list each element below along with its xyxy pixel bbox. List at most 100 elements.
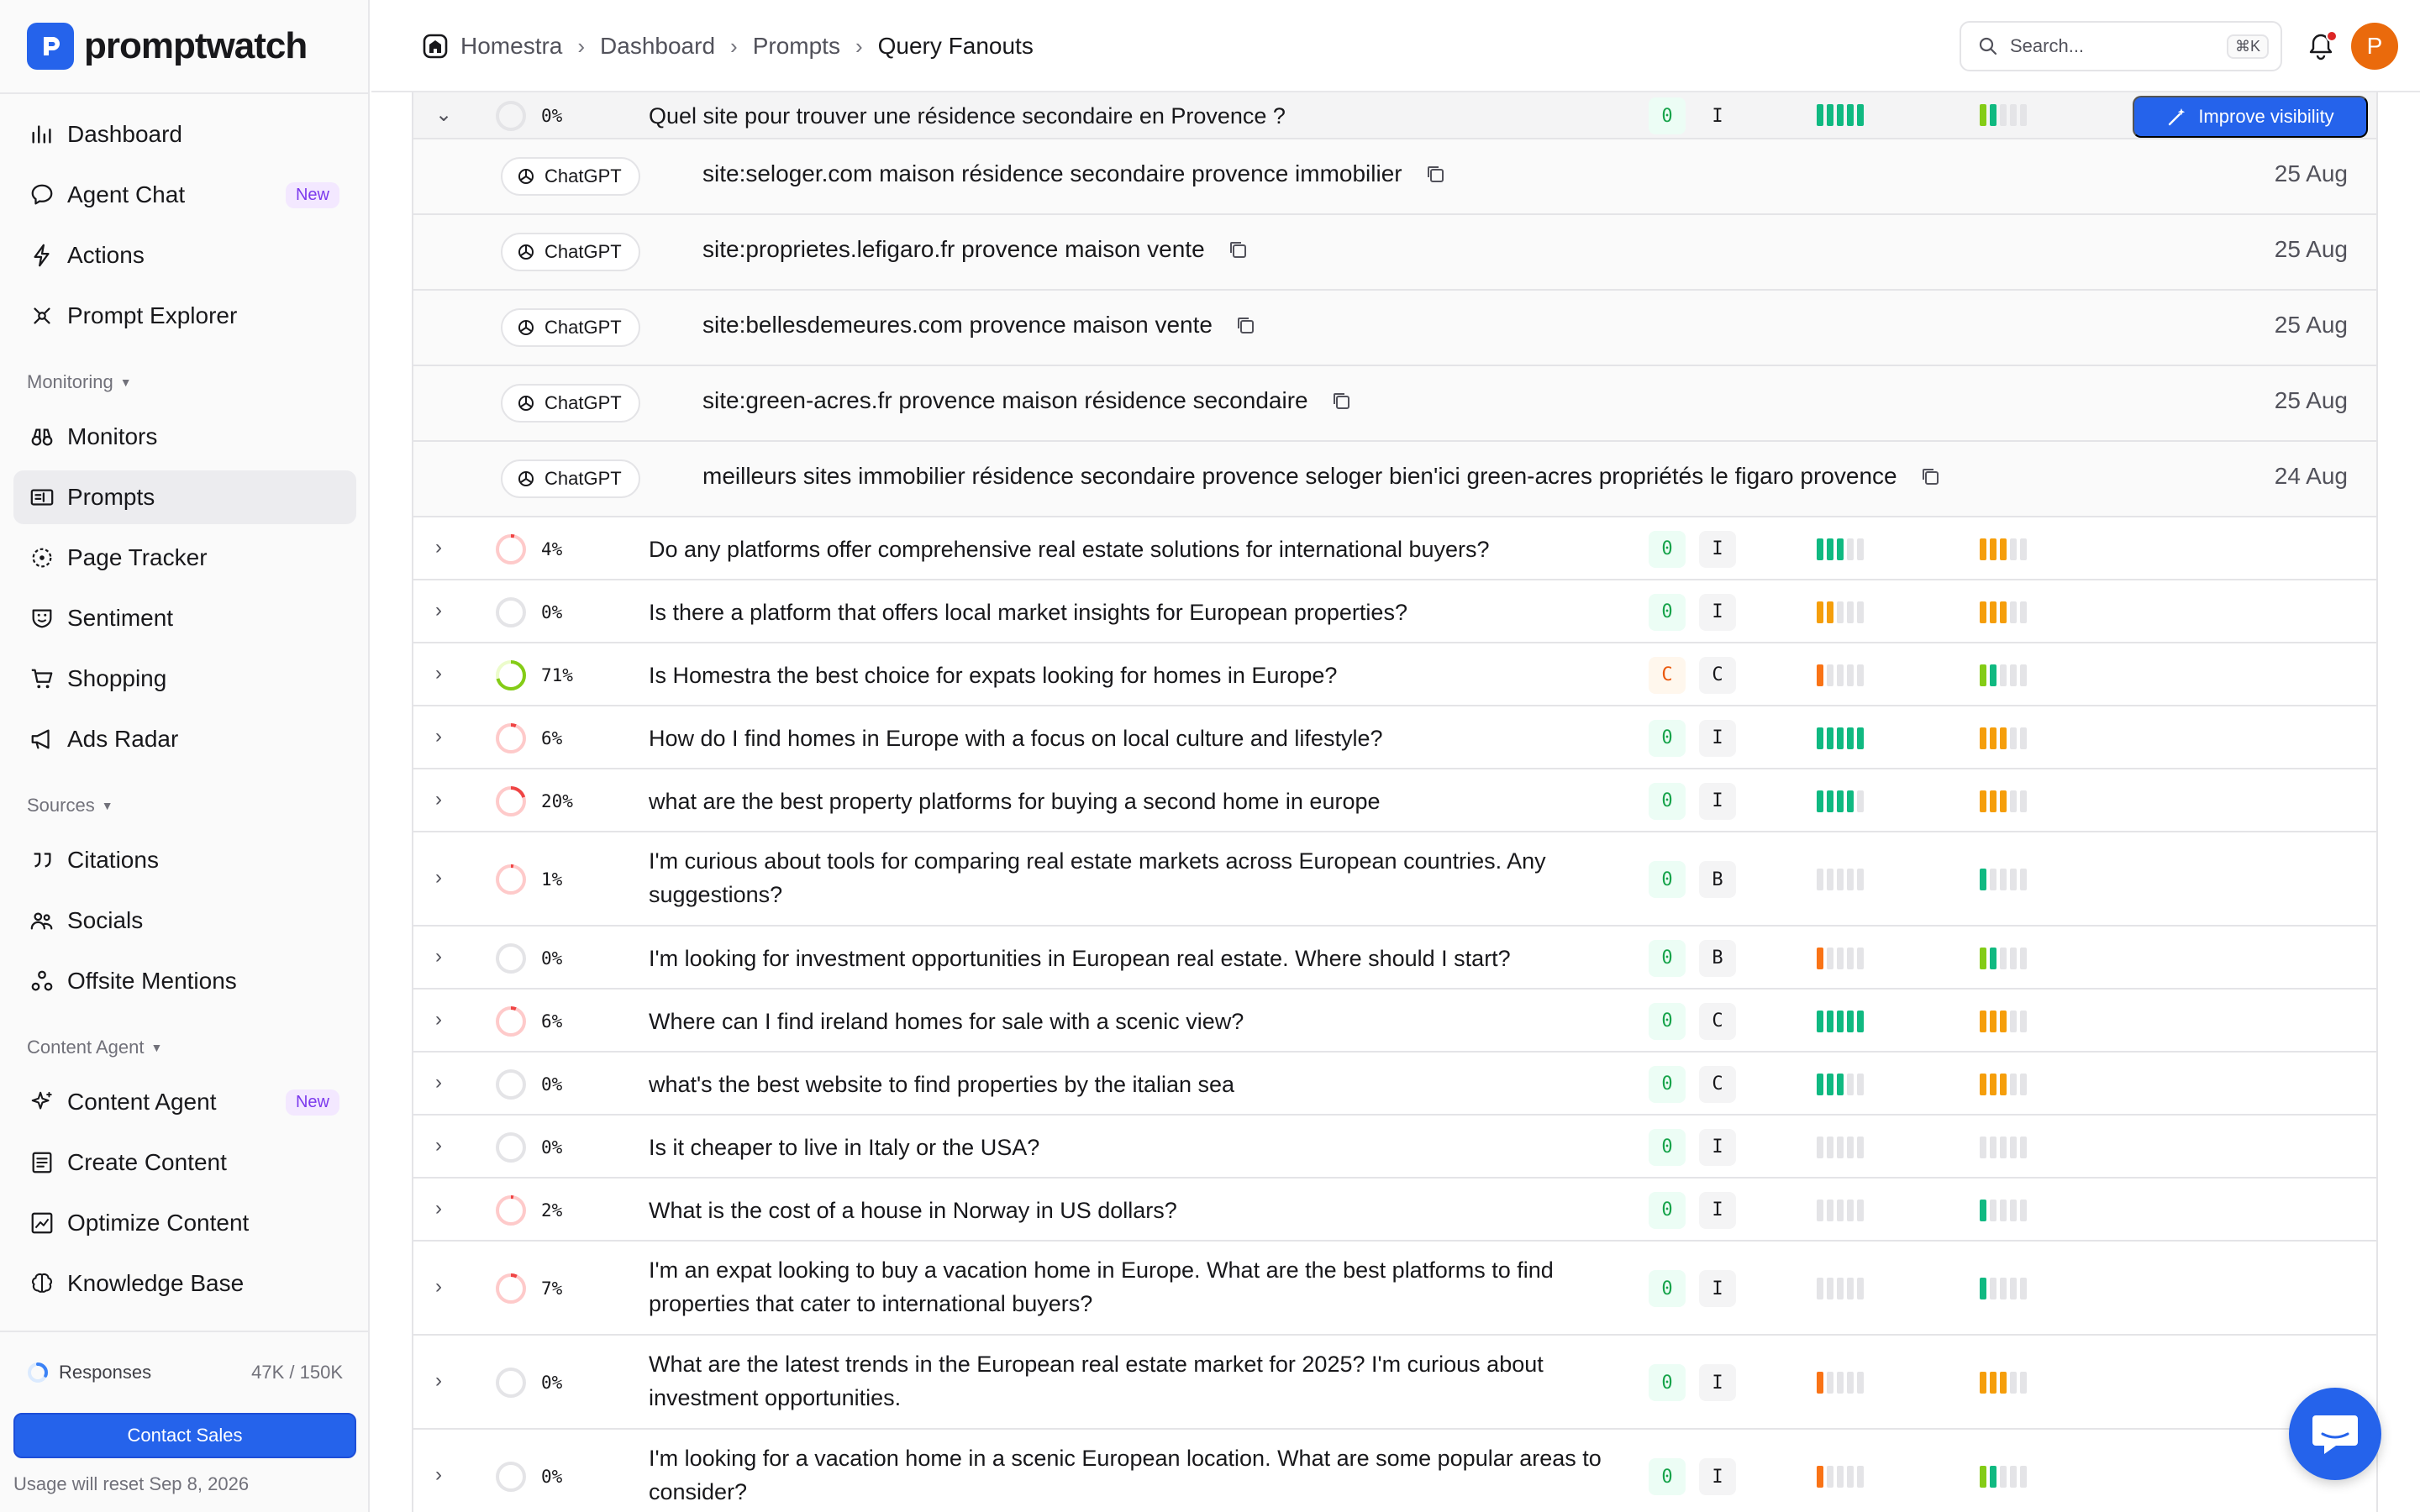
caret-down-icon: ▼ <box>150 1041 163 1054</box>
sidebar-item-knowledge-base[interactable]: Knowledge Base <box>13 1257 356 1310</box>
sidebar-item-prompts[interactable]: Prompts <box>13 470 356 524</box>
chevron-right-icon[interactable]: › <box>435 662 442 685</box>
visibility-ring <box>496 659 526 690</box>
sparkle-icon <box>29 1089 55 1116</box>
sidebar-item-prompt-explorer[interactable]: Prompt Explorer <box>13 289 356 343</box>
prompt-row[interactable]: › 1% I'm curious about tools for comparing… <box>413 832 2376 927</box>
copy-icon[interactable] <box>1919 465 1941 487</box>
chevron-right-icon[interactable]: › <box>435 1134 442 1158</box>
contact-sales-button[interactable]: Contact Sales <box>13 1413 356 1458</box>
prompt-row[interactable]: › 0% what's the best website to find prope… <box>413 1053 2376 1116</box>
fanout-query: site:green-acres.fr provence maison rési… <box>702 387 1352 414</box>
prompt-text: How do I find homes in Europe with a foc… <box>649 725 1383 751</box>
prompt-row[interactable]: › 6% Where can I find ireland homes for sa… <box>413 990 2376 1053</box>
prompt-row-expanded[interactable]: ⌄ 0% Quel site pour trouver une résidenc… <box>413 92 2376 139</box>
sidebar-item-agent-chat[interactable]: Agent Chat New <box>13 168 356 222</box>
chevron-right-icon[interactable]: › <box>435 1463 442 1487</box>
visibility-percent: 20% <box>541 790 573 811</box>
position-chip: 0 <box>1649 861 1686 898</box>
openai-icon <box>518 471 534 486</box>
logo[interactable]: promptwatch <box>27 22 308 71</box>
prompt-row[interactable]: › 2% What is the cost of a house in Norway… <box>413 1179 2376 1242</box>
openai-icon <box>518 169 534 184</box>
chevron-right-icon[interactable]: › <box>435 1369 442 1393</box>
copy-icon[interactable] <box>1234 314 1256 336</box>
caret-down-icon: ▼ <box>119 375 132 389</box>
share-icon <box>29 968 55 995</box>
sidebar-item-shopping[interactable]: Shopping <box>13 652 356 706</box>
usage-meter: Responses 47K / 150K <box>27 1357 343 1388</box>
section-monitoring[interactable]: Monitoring ▼ <box>27 371 132 393</box>
chevron-right-icon[interactable]: › <box>435 599 442 622</box>
openai-icon <box>518 396 534 411</box>
sidebar-item-label: Citations <box>67 847 159 873</box>
prompt-row[interactable]: › 20% what are the best property platforms… <box>413 769 2376 832</box>
sidebar-item-socials[interactable]: Socials <box>13 894 356 948</box>
prompt-row[interactable]: › 0% I'm looking for investment opportunit… <box>413 927 2376 990</box>
chevron-right-icon[interactable]: › <box>435 866 442 890</box>
sidebar-item-sentiment[interactable]: Sentiment <box>13 591 356 645</box>
sidebar-item-create-content[interactable]: Create Content <box>13 1136 356 1189</box>
visibility-percent: 71% <box>541 664 573 685</box>
prompt-row[interactable]: › 0% Is it cheaper to live in Italy or the… <box>413 1116 2376 1179</box>
prompt-row[interactable]: › 0% I'm looking for a vacation home in a … <box>413 1430 2376 1512</box>
prompt-row[interactable]: › 0% Is there a platform that offers local… <box>413 580 2376 643</box>
breadcrumb-dashboard[interactable]: Dashboard <box>600 33 715 60</box>
sidebar-item-citations[interactable]: Citations <box>13 833 356 887</box>
prompt-text: Quel site pour trouver une résidence sec… <box>649 103 1286 129</box>
sidebar-item-content-agent[interactable]: Content Agent New <box>13 1075 356 1129</box>
difficulty-bars <box>1980 601 2027 623</box>
prompt-row[interactable]: › 4% Do any platforms offer comprehensive … <box>413 517 2376 580</box>
sidebar-item-offsite-mentions[interactable]: Offsite Mentions <box>13 954 356 1008</box>
sidebar-item-label: Content Agent <box>67 1089 217 1115</box>
notification-dot <box>2326 30 2338 42</box>
chevron-right-icon[interactable]: › <box>435 1275 442 1299</box>
chevron-right-icon[interactable]: › <box>435 945 442 969</box>
chevron-right-icon[interactable]: › <box>435 725 442 748</box>
sidebar-item-label: Socials <box>67 907 144 933</box>
section-content-agent[interactable]: Content Agent ▼ <box>27 1037 162 1058</box>
intent-chip: I <box>1699 719 1736 757</box>
chevron-right-icon[interactable]: › <box>435 1071 442 1095</box>
section-sources[interactable]: Sources ▼ <box>27 795 113 816</box>
prompt-row[interactable]: › 6% How do I find homes in Europe with a … <box>413 706 2376 769</box>
sidebar-item-label: Agent Chat <box>67 181 186 207</box>
chevron-right-icon[interactable]: › <box>435 1008 442 1032</box>
chevron-right-icon: › <box>577 33 586 59</box>
copy-icon[interactable] <box>1330 390 1352 412</box>
difficulty-bars <box>1980 1466 2027 1488</box>
improve-visibility-button[interactable]: Improve visibility <box>2133 96 2368 138</box>
notifications-bell-icon[interactable] <box>2307 30 2338 62</box>
copy-icon[interactable] <box>1424 163 1446 185</box>
volume-bars <box>1817 601 1864 623</box>
breadcrumb-prompts[interactable]: Prompts <box>753 33 840 60</box>
avatar[interactable]: P <box>2351 23 2398 70</box>
sidebar-item-page-tracker[interactable]: Page Tracker <box>13 531 356 585</box>
sidebar-item-ads-radar[interactable]: Ads Radar <box>13 712 356 766</box>
sidebar-item-optimize-content[interactable]: Optimize Content <box>13 1196 356 1250</box>
sidebar-item-monitors[interactable]: Monitors <box>13 410 356 464</box>
intent-chip: I <box>1699 782 1736 820</box>
prompt-row[interactable]: › 71% Is Homestra the best choice for expa… <box>413 643 2376 706</box>
intent-chip: I <box>1699 1191 1736 1229</box>
visibility-percent: 1% <box>541 869 563 890</box>
prompt-row[interactable]: › 0% What are the latest trends in the Eur… <box>413 1336 2376 1430</box>
visibility-percent: 7% <box>541 1278 563 1299</box>
difficulty-bars <box>1980 1073 2027 1095</box>
breadcrumb-workspace[interactable]: Homestra <box>460 33 562 60</box>
sidebar-item-label: Dashboard <box>67 121 182 147</box>
sidebar-item-dashboard[interactable]: Dashboard <box>13 108 356 161</box>
chevron-down-icon[interactable]: ⌄ <box>435 102 452 127</box>
fanout-query: meilleurs sites immobilier résidence sec… <box>702 463 1941 490</box>
fanout-date: 24 Aug <box>2274 463 2348 489</box>
prompt-row[interactable]: › 7% I'm an expat looking to buy a vacatio… <box>413 1242 2376 1336</box>
support-chat-button[interactable] <box>2289 1388 2381 1480</box>
chevron-right-icon[interactable]: › <box>435 1197 442 1221</box>
chevron-right-icon[interactable]: › <box>435 788 442 811</box>
copy-icon[interactable] <box>1227 239 1249 260</box>
sidebar-item-actions[interactable]: Actions <box>13 228 356 282</box>
position-chip: 0 <box>1649 1065 1686 1103</box>
search-input[interactable]: Search... ⌘K <box>1960 21 2282 71</box>
binoculars-icon <box>29 423 55 450</box>
chevron-right-icon[interactable]: › <box>435 536 442 559</box>
